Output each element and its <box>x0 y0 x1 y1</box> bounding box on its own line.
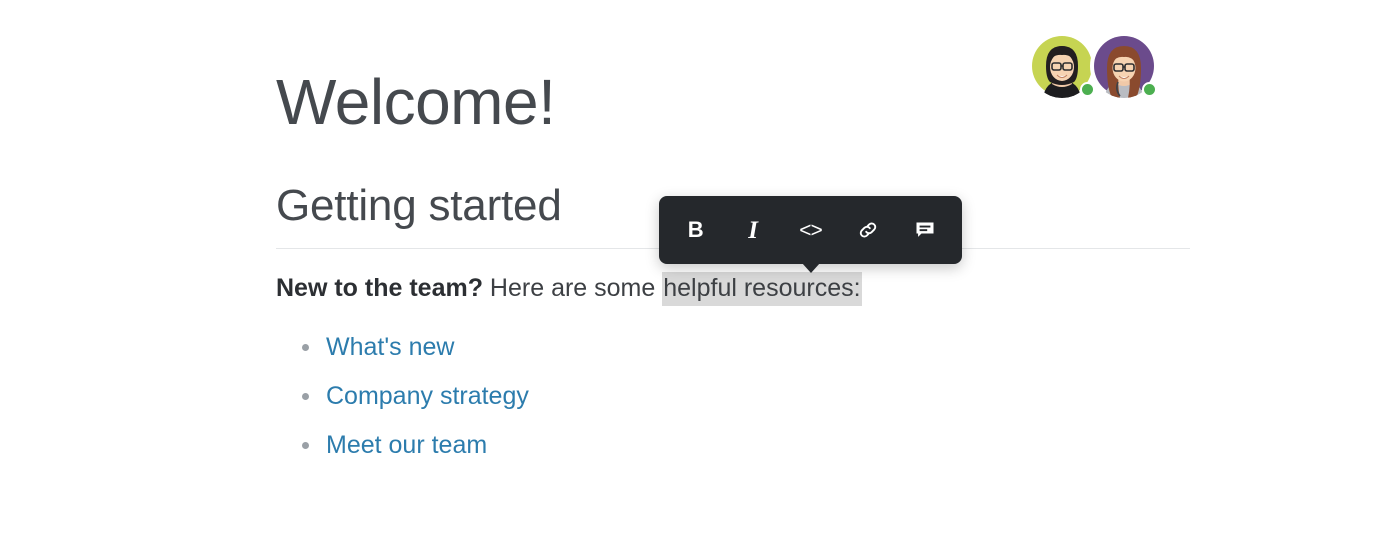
code-button[interactable]: <> <box>790 210 830 250</box>
resource-link-list: What's new Company strategy Meet our tea… <box>276 305 1190 470</box>
link-button[interactable] <box>848 210 888 250</box>
bold-icon: B <box>687 217 704 242</box>
document-page: Welcome! Getting started New to the team… <box>0 0 1400 560</box>
link-company-strategy[interactable]: Company strategy <box>326 382 529 410</box>
link-meet-our-team[interactable]: Meet our team <box>326 431 487 459</box>
italic-icon: I <box>748 216 758 244</box>
bold-button[interactable]: B <box>676 210 716 250</box>
comment-icon <box>916 222 934 237</box>
list-item: Company strategy <box>302 372 1190 421</box>
paragraph-middle-text: Here are some <box>482 273 663 302</box>
text-format-toolbar: B I <> <box>659 196 962 273</box>
paragraph-bold-lead: New to the team? <box>276 273 483 302</box>
link-whats-new[interactable]: What's new <box>326 333 454 361</box>
status-dot-online <box>1142 82 1157 97</box>
code-icon: <> <box>799 218 823 242</box>
comment-button[interactable] <box>905 210 945 250</box>
status-dot-online <box>1080 82 1095 97</box>
page-title: Welcome! <box>276 66 556 138</box>
list-item: Meet our team <box>302 421 1190 470</box>
selected-text-highlight[interactable]: helpful resources: <box>662 271 862 306</box>
link-icon <box>859 222 877 238</box>
italic-button[interactable]: I <box>733 210 773 250</box>
list-item: What's new <box>302 323 1190 372</box>
